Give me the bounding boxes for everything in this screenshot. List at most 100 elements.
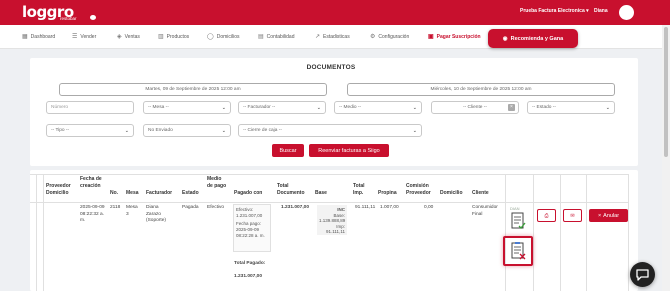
table-column-divider	[560, 174, 561, 291]
document-check-icon[interactable]	[510, 212, 526, 230]
column-header[interactable]: Domicilio	[440, 190, 463, 197]
chat-icon	[636, 269, 649, 281]
cell-medio: Efectivo	[207, 205, 225, 210]
column-header[interactable]: Base	[315, 190, 327, 197]
column-header[interactable]: Mesa	[126, 190, 139, 197]
select-value: -- Estado --	[532, 105, 556, 110]
gear-icon: ⚙	[370, 34, 376, 40]
tax-base-box: INC Base: 1.139.888,89 Imp: 91.111,11	[317, 205, 347, 235]
chevron-down-icon: ⌄	[412, 128, 417, 134]
anular-button[interactable]: × Anular	[589, 209, 628, 222]
date-from-field[interactable]: Martes, 09 de Septiembre de 2025 12:00 a…	[59, 83, 327, 96]
table-header-divider	[30, 202, 628, 203]
table-column-divider	[36, 174, 37, 291]
nav-label: Estadisticas	[323, 33, 350, 40]
chevron-down-icon: ⌄	[412, 105, 417, 111]
column-header[interactable]: Estado	[182, 190, 199, 197]
tipo-select[interactable]: -- Tipo -- ⌄	[46, 124, 134, 137]
total-paid-value: 1.231.007,00	[234, 274, 263, 279]
recommend-label: Recomienda y Gana	[510, 35, 564, 42]
column-header[interactable]: Comisión Proveedor	[406, 183, 436, 197]
chat-button[interactable]	[630, 262, 655, 287]
column-header[interactable]: Pagado con	[234, 190, 262, 197]
cell-comision: 0,00	[424, 205, 434, 210]
select-value: No Enviado	[148, 128, 173, 133]
nav-pagar-suscripcion[interactable]: ▣ Pagar Suscripción	[428, 33, 481, 41]
cell-facturador: Diana Zarazo (Soporte)	[146, 205, 166, 223]
nav-ventas[interactable]: ◈ Ventas	[117, 33, 140, 41]
total-paid-label: Total Pagado:	[234, 261, 266, 266]
nav-configuracion[interactable]: ⚙ Configuración	[370, 33, 410, 41]
recommend-button[interactable]: ◉ Recomienda y Gana	[488, 29, 578, 48]
anular-label: Anular	[603, 212, 620, 219]
cell-total-documento: 1.231.007,00	[281, 205, 310, 210]
user-name[interactable]: Diana	[594, 8, 608, 14]
cell-estado: Pagada	[182, 205, 199, 210]
select-value: -- Facturador --	[243, 105, 276, 110]
bike-icon: ◯	[207, 34, 214, 40]
column-header[interactable]: No.	[110, 190, 118, 197]
eye-icon	[90, 15, 96, 20]
nav-label: Productos	[166, 33, 190, 40]
clear-icon[interactable]: ×	[508, 104, 515, 111]
company-selector[interactable]: Prueba Factura Electronica ▾	[520, 8, 589, 14]
payment-amount: 1.231.007,00	[236, 213, 263, 218]
column-header[interactable]: Total Documento	[277, 183, 313, 197]
cell-total-imp: 91.111,11	[355, 205, 376, 210]
page-title: DOCUMENTOS	[306, 64, 356, 71]
column-header[interactable]: Fecha de creación	[80, 176, 106, 190]
email-button[interactable]: ✉	[563, 209, 582, 222]
nav-label: Domicilios	[216, 33, 240, 40]
column-header[interactable]: Medio de pago	[207, 176, 227, 190]
cierre-caja-select[interactable]: -- Cierre de caja -- ⌄	[238, 124, 422, 137]
scrollbar-thumb[interactable]	[664, 27, 668, 157]
cell-cliente: Consumidor Final	[472, 205, 498, 217]
basket-icon: ▥	[158, 34, 164, 40]
dashboard-icon: ▦	[22, 34, 28, 40]
search-button[interactable]: Buscar	[272, 144, 304, 157]
cell-propina: 1.007,00	[380, 205, 399, 210]
estado-select[interactable]: -- Estado -- ⌄	[527, 101, 615, 114]
nav-vender[interactable]: ☰ Vender	[72, 33, 96, 41]
select-value: -- Cierre de caja --	[243, 128, 282, 133]
nav-estadisticas[interactable]: ↗ Estadisticas	[315, 33, 350, 41]
envelope-icon: ✉	[570, 212, 575, 219]
avatar[interactable]	[619, 5, 634, 20]
select-value: -- Medio --	[339, 105, 362, 110]
gift-icon: ◉	[502, 35, 508, 42]
chevron-down-icon: ⌄	[605, 105, 610, 111]
nav-productos[interactable]: ▥ Productos	[158, 33, 190, 41]
nav-label: Ventas	[124, 33, 140, 40]
nav-domicilios[interactable]: ◯ Domicilios	[207, 33, 240, 41]
medio-select[interactable]: -- Medio -- ⌄	[334, 101, 422, 114]
cell-fecha: 2025-09-09 08:22:32 a. m.	[80, 205, 105, 223]
document-cancel-icon[interactable]	[510, 242, 526, 260]
table-column-divider	[533, 174, 534, 291]
envio-select[interactable]: No Enviado ⌄	[143, 124, 231, 137]
mesa-select[interactable]: -- Mesa -- ⌄	[143, 101, 231, 114]
column-header[interactable]: Proveedor Domicilio	[46, 183, 78, 197]
print-button[interactable]: ⎙	[537, 209, 556, 222]
payment-date: 2025-09-09 08:22:28 a. m.	[236, 227, 265, 238]
nav-label: Configuración	[378, 33, 410, 40]
facturador-select[interactable]: -- Facturador -- ⌄	[238, 101, 326, 114]
cliente-select[interactable]: -- Cliente -- ×	[431, 101, 519, 114]
nav-label: Pagar Suscripción	[436, 33, 481, 40]
nav-label: Contabilidad	[266, 33, 295, 40]
table-column-divider	[43, 174, 44, 291]
date-to-field[interactable]: Miércoles, 10 de Septiembre de 2025 12:0…	[347, 83, 615, 96]
chevron-down-icon: ⌄	[221, 128, 226, 134]
nav-dashboard[interactable]: ▦ Dashboard	[22, 33, 55, 41]
column-header[interactable]: Propina	[378, 190, 397, 197]
column-header[interactable]: Total Imp.	[353, 183, 369, 197]
cell-mesa: Mesa 3	[126, 205, 138, 217]
table-column-divider	[586, 174, 587, 291]
nav-contabilidad[interactable]: ▤ Contabilidad	[258, 33, 295, 41]
numero-input[interactable]: Número	[46, 101, 134, 114]
select-value: -- Cliente --	[463, 105, 487, 110]
chart-icon: ↗	[315, 34, 321, 40]
printer-icon: ⎙	[544, 212, 549, 219]
column-header[interactable]: Facturador	[146, 190, 172, 197]
resend-siigo-button[interactable]: Reenviar facturas a Siigo	[309, 144, 389, 157]
column-header[interactable]: Cliente	[472, 190, 489, 197]
